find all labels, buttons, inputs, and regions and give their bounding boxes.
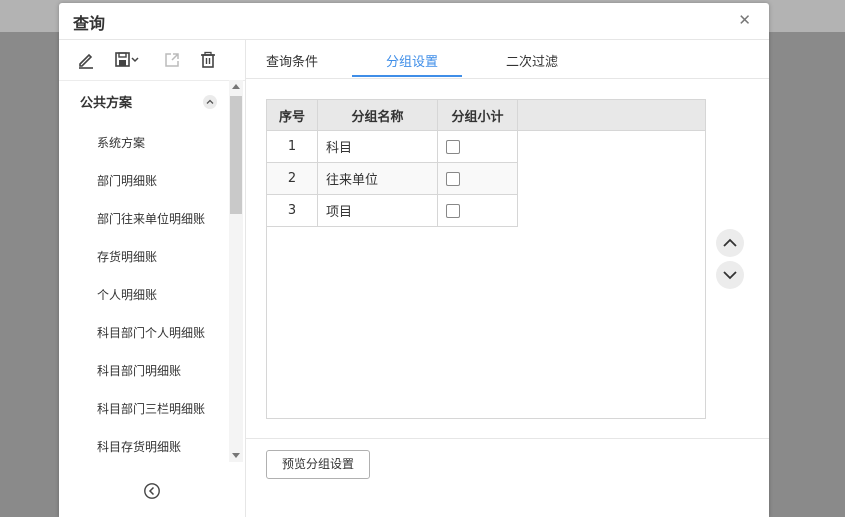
column-header-name: 分组名称 — [317, 100, 438, 131]
save-icon[interactable] — [114, 51, 142, 71]
column-header-index: 序号 — [267, 100, 318, 131]
group-table: 序号 分组名称 分组小计 1 科目 2 往来单位 3 项目 — [267, 100, 518, 227]
scheme-item[interactable]: 科目存货明细账 — [97, 438, 181, 455]
table-header-row: 序号 分组名称 分组小计 — [267, 100, 518, 131]
tab-query-conditions[interactable]: 查询条件 — [266, 51, 318, 70]
scheme-item[interactable]: 部门往来单位明细账 — [97, 210, 205, 227]
move-up-icon[interactable] — [716, 229, 744, 257]
scheme-item[interactable]: 部门明细账 — [97, 172, 157, 189]
scheme-item[interactable]: 科目部门明细账 — [97, 362, 181, 379]
dialog-title: 查询 — [73, 14, 106, 33]
column-header-subtotal: 分组小计 — [437, 100, 518, 131]
row-group-name: 往来单位 — [317, 162, 438, 195]
scrollbar-thumb[interactable] — [230, 96, 242, 214]
scheme-item[interactable]: 存货明细账 — [97, 248, 157, 265]
collapse-sidebar-icon[interactable] — [143, 482, 161, 500]
subtotal-checkbox[interactable] — [446, 139, 460, 154]
main-panel: 查询条件 分组设置 二次过滤 序号 分组名称 分组小计 1 科目 2 往来单位 … — [246, 40, 769, 517]
row-index: 1 — [267, 130, 318, 163]
scheme-sidebar: 公共方案 系统方案 部门明细账 部门往来单位明细账 存货明细账 个人明细账 科目… — [59, 40, 246, 517]
table-row[interactable]: 2 往来单位 — [267, 162, 518, 195]
scroll-down-icon[interactable] — [232, 453, 240, 458]
edit-icon[interactable] — [77, 51, 97, 71]
tab-group-settings[interactable]: 分组设置 — [386, 51, 438, 70]
group-grid: 序号 分组名称 分组小计 1 科目 2 往来单位 3 项目 — [266, 99, 706, 419]
subtotal-checkbox[interactable] — [446, 203, 460, 218]
tab-bar: 查询条件 分组设置 二次过滤 — [246, 40, 769, 79]
chevron-up-icon[interactable] — [203, 95, 217, 109]
active-tab-indicator — [352, 75, 462, 77]
scheme-item[interactable]: 科目部门个人明细账 — [97, 324, 205, 341]
group-header[interactable]: 公共方案 — [80, 92, 132, 111]
table-row[interactable]: 3 项目 — [267, 194, 518, 227]
row-group-name: 科目 — [317, 130, 438, 163]
sidebar-scrollbar[interactable] — [229, 80, 243, 462]
preview-group-settings-button[interactable]: 预览分组设置 — [266, 450, 370, 479]
dialog-titlebar: 查询 ✕ — [59, 3, 769, 40]
row-group-name: 项目 — [317, 194, 438, 227]
table-row[interactable]: 1 科目 — [267, 130, 518, 163]
tab-secondary-filter[interactable]: 二次过滤 — [506, 51, 558, 70]
close-icon[interactable]: ✕ — [738, 12, 751, 28]
subtotal-checkbox[interactable] — [446, 171, 460, 186]
scheme-item[interactable]: 系统方案 — [97, 134, 145, 151]
query-dialog: 查询 ✕ 公共方案 系统方案 部门明细账 部门往来单位明细账 存货明细账 个人明… — [59, 3, 769, 517]
grid-header-fill — [517, 100, 705, 131]
footer-divider — [246, 438, 769, 439]
delete-icon[interactable] — [199, 51, 219, 71]
scheme-item[interactable]: 科目部门三栏明细账 — [97, 400, 205, 417]
row-index: 3 — [267, 194, 318, 227]
scheme-item[interactable]: 个人明细账 — [97, 286, 157, 303]
scroll-up-icon[interactable] — [232, 84, 240, 89]
row-index: 2 — [267, 162, 318, 195]
move-down-icon[interactable] — [716, 261, 744, 289]
export-icon[interactable] — [163, 51, 183, 71]
scheme-list: 公共方案 系统方案 部门明细账 部门往来单位明细账 存货明细账 个人明细账 科目… — [59, 80, 245, 462]
sidebar-toolbar — [59, 40, 245, 81]
